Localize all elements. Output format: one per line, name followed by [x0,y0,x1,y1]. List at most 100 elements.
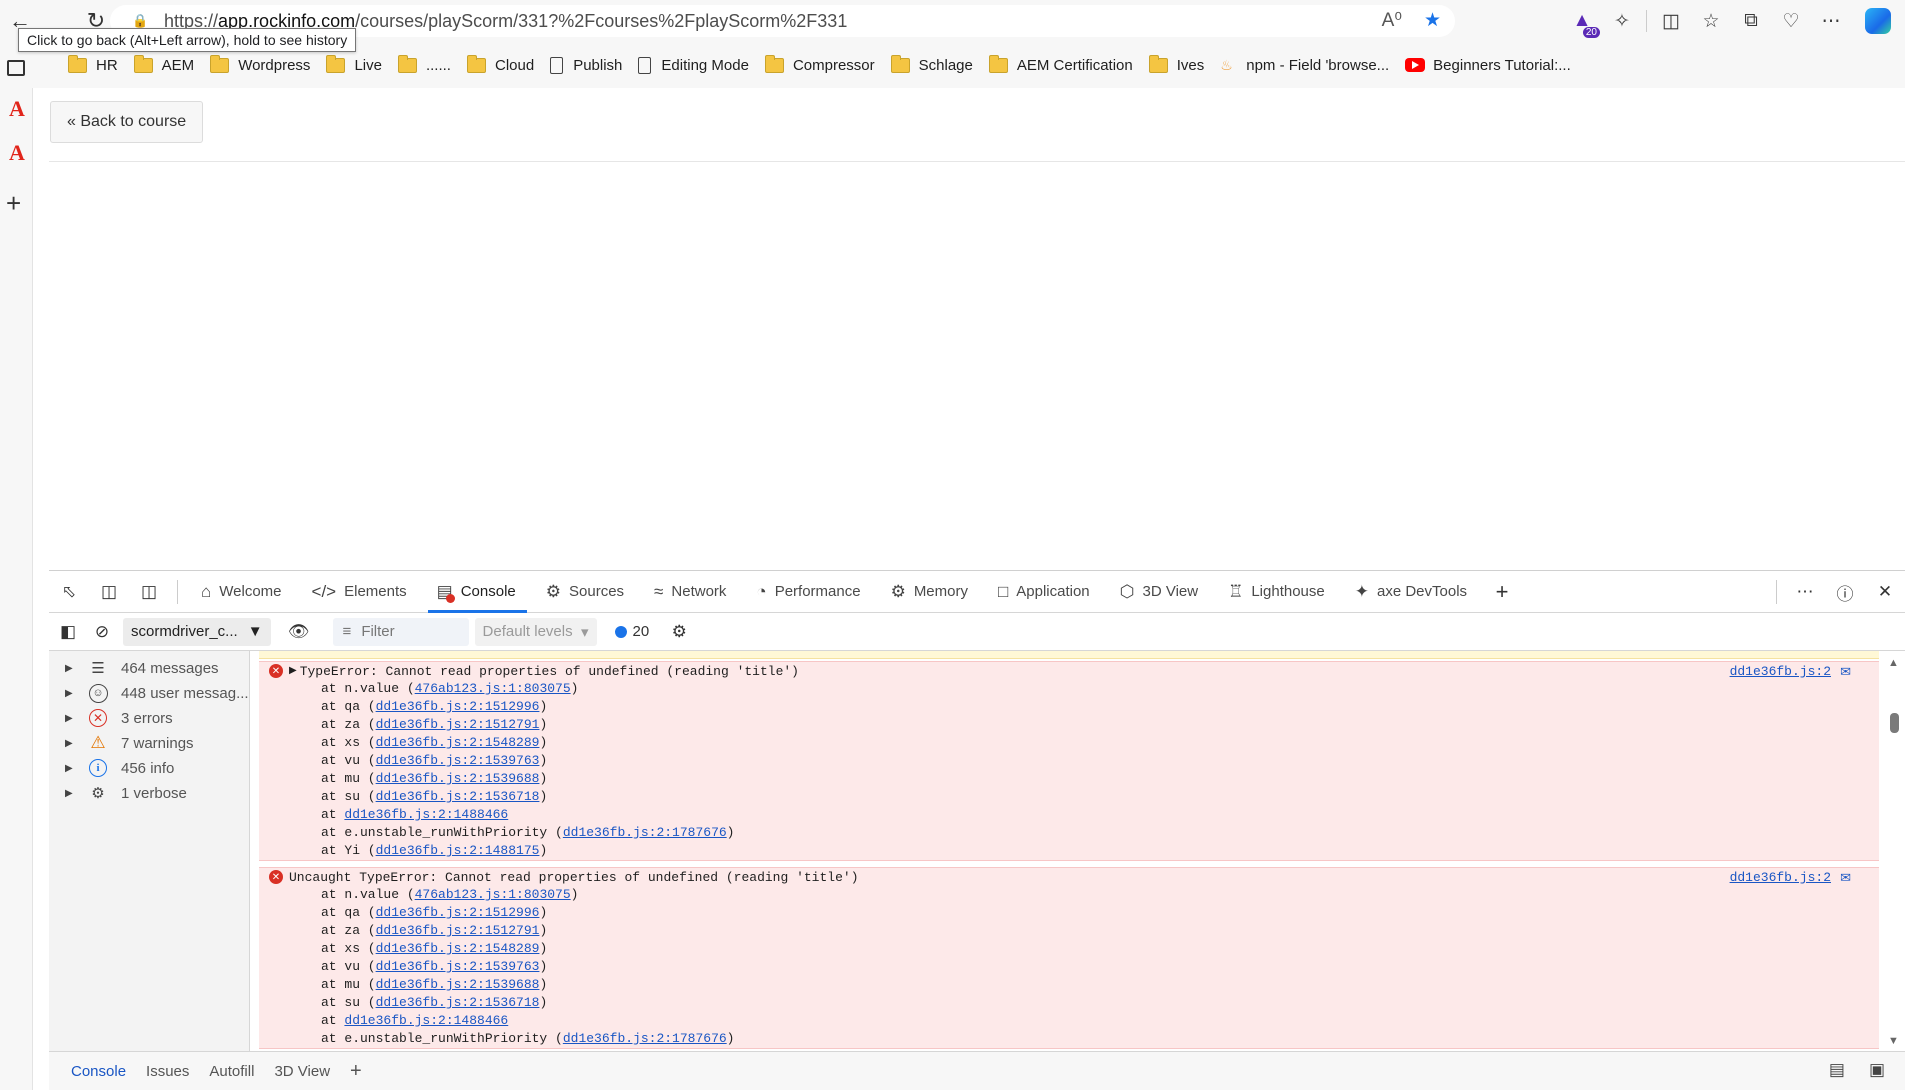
live-expression-eye-icon[interactable]: 👁 [279,611,319,653]
help-icon[interactable]: ⓘ [1825,571,1865,613]
expand-arrow-icon[interactable]: ▶ [65,738,75,749]
favorites-icon[interactable]: ☆ [1691,0,1731,42]
frame-link[interactable]: dd1e36fb.js:2:1512791 [376,923,540,938]
favorite-star-icon[interactable]: ★ [1424,9,1441,32]
extension-icon[interactable]: ▲ 20 [1562,0,1602,42]
frame-link[interactable]: dd1e36fb.js:2:1536718 [376,789,540,804]
expand-arrow-icon[interactable]: ▶ [65,663,75,674]
frame-link[interactable]: dd1e36fb.js:2:1787676 [563,825,727,840]
back-to-course-button[interactable]: « Back to course [50,101,204,143]
bookmark-item[interactable]: HR [60,50,126,80]
expand-arrow-icon[interactable]: ▶ [65,713,75,724]
frame-link[interactable]: dd1e36fb.js:2:1539763 [376,959,540,974]
browser-essentials-icon[interactable]: ♡ [1771,0,1811,42]
bookmark-item[interactable]: Schlage [883,50,981,80]
tab-welcome[interactable]: ⌂ Welcome [186,571,297,613]
frame-link[interactable]: dd1e36fb.js:2:1512791 [376,717,540,732]
dock-drawer-icon[interactable]: ▤ [1829,1060,1845,1080]
bookmark-item[interactable]: Cloud [459,50,542,80]
source-link[interactable]: dd1e36fb.js:2 [1730,664,1831,679]
expand-arrow-icon[interactable]: ▶ [65,688,75,699]
log-levels-dropdown[interactable]: Default levels ▾ [474,617,597,646]
bookmark-item[interactable]: Editing Mode [630,50,757,80]
frame-link[interactable]: dd1e36fb.js:2:1512996 [376,699,540,714]
insights-icon[interactable]: ✉ [1840,664,1851,680]
dock-icon[interactable]: ◫ [129,571,169,613]
close-devtools-icon[interactable]: ✕ [1865,571,1905,613]
adobe-icon[interactable]: A [6,96,28,121]
scroll-up-icon[interactable]: ▲ [1888,657,1899,669]
device-emulation-icon[interactable]: ◫ [89,571,129,613]
adobe-icon[interactable]: A [6,140,28,165]
bookmark-item[interactable]: Beginners Tutorial:... [1397,50,1579,80]
frame-link[interactable]: dd1e36fb.js:2:1488175 [376,843,540,858]
show-sidebar-icon[interactable]: ◧ [49,611,87,653]
frame-link[interactable]: dd1e36fb.js:2:1787676 [563,1031,727,1046]
copilot-button[interactable] [1851,0,1905,42]
frame-link[interactable]: 476ab123.js:1:803075 [415,681,571,696]
frame-link[interactable]: dd1e36fb.js:2:1488466 [344,807,508,822]
source-link[interactable]: dd1e36fb.js:2 [1730,870,1831,885]
add-tool-icon[interactable]: + [1482,571,1522,613]
frame-link[interactable]: dd1e36fb.js:2:1539688 [376,977,540,992]
add-sidebar-icon[interactable]: + [6,188,21,219]
extensions-puzzle-icon[interactable]: ✧ [1602,0,1642,42]
error-message-row[interactable]: ✕ ▶ TypeError: Cannot read properties of u… [259,662,1879,680]
drawer-tab-console[interactable]: Console [61,1052,136,1090]
bookmark-item[interactable]: Live [318,50,390,80]
bookmark-item[interactable]: Ives [1141,50,1213,80]
more-menu-icon[interactable]: ⋯ [1811,0,1851,42]
bookmark-item[interactable]: ♨ npm - Field 'browse... [1212,50,1397,80]
add-drawer-tab-icon[interactable]: + [340,1052,372,1090]
sidebar-filter-bug[interactable]: ▶ ⚙ 1 verbose [49,778,250,808]
bookmark-item[interactable]: Publish [542,50,630,80]
tab-3d-view[interactable]: ⬡ 3D View [1105,571,1213,613]
tab-elements[interactable]: </> Elements [297,571,422,613]
frame-link[interactable]: 476ab123.js:1:803075 [415,887,571,902]
context-selector[interactable]: scormdriver_c... ▼ [123,617,271,646]
bookmark-item[interactable]: Compressor [757,50,883,80]
expand-triangle-icon[interactable]: ▶ [289,665,297,677]
issues-counter[interactable]: 20 [614,623,649,640]
scroll-down-icon[interactable]: ▼ [1888,1035,1899,1047]
tab-performance[interactable]: ◔ Performance [741,571,875,613]
expand-arrow-icon[interactable]: ▶ [65,763,75,774]
tab-axe-devtools[interactable]: ✦ axe DevTools [1340,571,1482,613]
tab-application[interactable]: □ Application [983,571,1105,613]
insights-icon[interactable]: ✉ [1840,870,1851,886]
scrollbar-thumb[interactable] [1890,713,1899,733]
tab-lighthouse[interactable]: ♖ Lighthouse [1213,571,1340,613]
drawer-tab-autofill[interactable]: Autofill [199,1052,264,1090]
frame-link[interactable]: dd1e36fb.js:2:1512996 [376,905,540,920]
inspect-element-icon[interactable]: ⬁ [49,571,89,613]
console-settings-gear-icon[interactable]: ⚙ [659,611,699,653]
frame-link[interactable]: dd1e36fb.js:2:1536718 [376,995,540,1010]
tab-network[interactable]: ≈ Network [639,571,741,613]
collapse-drawer-icon[interactable]: ▣ [1869,1060,1885,1080]
tab-console[interactable]: ▤ Console [422,571,531,613]
drawer-tab-issues[interactable]: Issues [136,1052,199,1090]
clear-console-icon[interactable]: ⊘ [87,611,117,653]
split-screen-icon[interactable]: ◫ [1651,0,1691,42]
more-tools-icon[interactable]: ⋯ [1785,571,1825,613]
drawer-tab-3d-view[interactable]: 3D View [264,1052,340,1090]
tab-memory[interactable]: ⚙ Memory [876,571,983,613]
frame-link[interactable]: dd1e36fb.js:2:1548289 [376,941,540,956]
frame-link[interactable]: dd1e36fb.js:2:1539688 [376,771,540,786]
expand-arrow-icon[interactable]: ▶ [65,788,75,799]
collections-icon[interactable]: ⧉ [1731,0,1771,42]
tab-actions-icon[interactable] [7,60,25,76]
error-message-row[interactable]: ✕ Uncaught TypeError: Cannot read propert… [259,868,1879,886]
console-scrollbar[interactable]: ▲ ▼ [1883,651,1905,1051]
tab-sources[interactable]: ⚙ Sources [531,571,639,613]
bookmark-item[interactable]: ...... [390,50,459,80]
frame-suffix: ) [539,789,548,804]
filter-input[interactable]: ≡ Filter [332,617,469,646]
frame-link[interactable]: dd1e36fb.js:2:1548289 [376,735,540,750]
read-aloud-icon[interactable]: A⁰ [1382,9,1402,32]
bookmark-item[interactable]: AEM [126,50,203,80]
bookmark-item[interactable]: AEM Certification [981,50,1141,80]
frame-link[interactable]: dd1e36fb.js:2:1539763 [376,753,540,768]
bookmark-item[interactable]: Wordpress [202,50,318,80]
frame-link[interactable]: dd1e36fb.js:2:1488466 [344,1013,508,1028]
